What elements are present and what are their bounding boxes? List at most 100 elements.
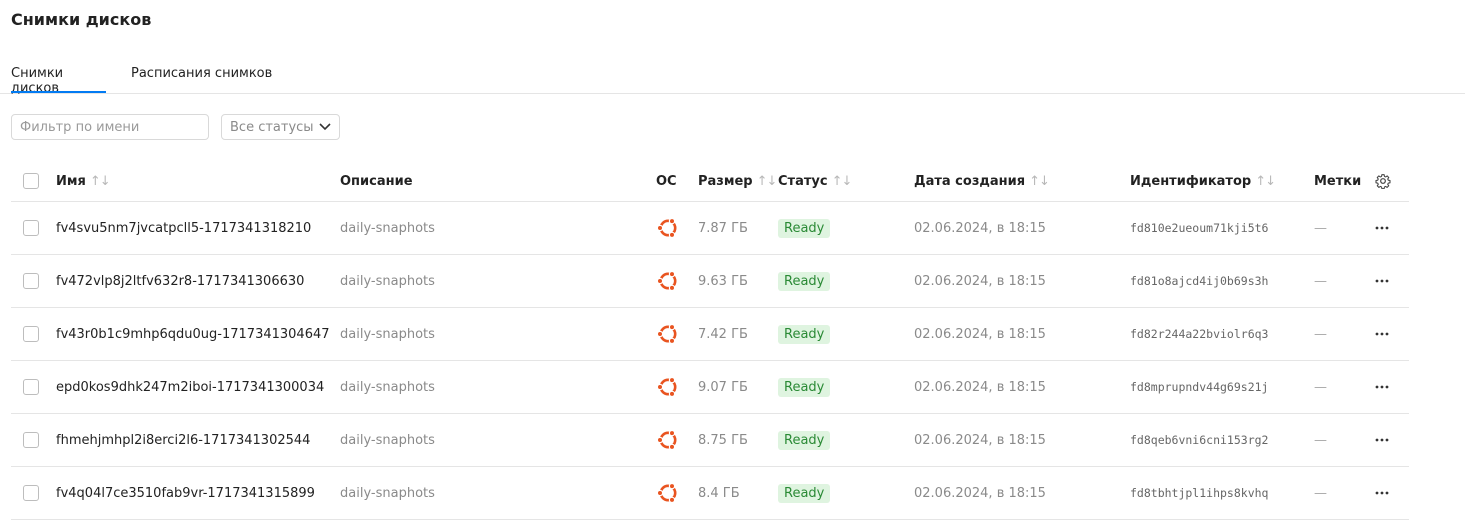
row-checkbox[interactable] xyxy=(23,485,39,501)
labels-value: — xyxy=(1314,326,1327,342)
snapshot-size: 9.07 ГБ xyxy=(698,379,748,395)
row-actions-button[interactable] xyxy=(1374,361,1390,413)
more-horizontal-icon xyxy=(1375,438,1389,442)
row-actions-button[interactable] xyxy=(1374,255,1390,307)
sort-icon: ↑↓ xyxy=(1029,173,1050,189)
row-select-cell xyxy=(23,255,39,307)
created-date: 02.06.2024, в 18:15 xyxy=(914,432,1046,448)
status-badge: Ready xyxy=(778,218,831,238)
header-os: ОС xyxy=(656,173,677,189)
os-cell xyxy=(656,361,680,413)
more-horizontal-icon xyxy=(1375,226,1389,230)
snapshot-id: fd8mprupndv44g69s21j xyxy=(1130,380,1269,394)
table-row[interactable]: fhmehjmhpl2i8erci2l6-1717341302544 daily… xyxy=(11,414,1409,467)
sort-icon: ↑↓ xyxy=(89,173,111,189)
sort-icon: ↑↓ xyxy=(756,173,778,189)
table-row[interactable]: epd0kos9dhk247m2iboi-1717341300034 daily… xyxy=(11,361,1409,414)
created-date: 02.06.2024, в 18:15 xyxy=(914,485,1046,501)
header-id[interactable]: Идентификатор ↑↓ xyxy=(1130,161,1276,201)
header-name[interactable]: Имя ↑↓ xyxy=(56,161,111,201)
ubuntu-icon xyxy=(656,376,677,398)
snapshot-id: fd82r244a22bviolr6q3 xyxy=(1130,327,1269,341)
table-row[interactable]: fv472vlp8j2ltfv632r8-1717341306630 daily… xyxy=(11,255,1409,308)
ubuntu-icon xyxy=(656,323,677,345)
header-id-label: Идентификатор xyxy=(1130,173,1252,189)
chevron-down-icon xyxy=(319,123,331,131)
select-all-cell xyxy=(23,161,39,201)
row-select-cell xyxy=(23,361,39,413)
gear-icon xyxy=(1375,174,1391,189)
os-cell xyxy=(656,414,680,466)
snapshot-name[interactable]: fv4svu5nm7jvcatpcll5-1717341318210 xyxy=(56,221,311,236)
os-cell xyxy=(656,255,680,307)
column-settings-button[interactable] xyxy=(1375,161,1391,201)
status-filter-value: Все статусы xyxy=(230,120,314,135)
snapshot-name[interactable]: fv4q04l7ce3510fab9vr-1717341315899 xyxy=(56,486,315,501)
page-title: Снимки дисков xyxy=(11,10,152,29)
table-row[interactable]: fv4svu5nm7jvcatpcll5-1717341318210 daily… xyxy=(11,202,1409,255)
row-checkbox[interactable] xyxy=(23,379,39,395)
snapshot-description: daily-snaphots xyxy=(340,379,435,395)
status-cell: Ready xyxy=(778,202,831,254)
more-horizontal-icon xyxy=(1375,385,1389,389)
header-size[interactable]: Размер ↑↓ xyxy=(698,161,778,201)
os-cell xyxy=(656,308,680,360)
snapshot-name[interactable]: fv472vlp8j2ltfv632r8-1717341306630 xyxy=(56,274,304,289)
labels-value: — xyxy=(1314,220,1327,236)
os-cell xyxy=(656,467,680,519)
row-select-cell xyxy=(23,202,39,254)
snapshot-size: 8.4 ГБ xyxy=(698,485,740,501)
snapshot-size: 7.42 ГБ xyxy=(698,326,748,342)
snapshot-id: fd8tbhtjpl1ihps8kvhq xyxy=(1130,486,1269,500)
snapshot-name[interactable]: fhmehjmhpl2i8erci2l6-1717341302544 xyxy=(56,433,310,448)
tab-snapshot-schedules[interactable]: Расписания снимков xyxy=(131,66,272,81)
row-checkbox[interactable] xyxy=(23,432,39,448)
os-cell xyxy=(656,202,680,254)
name-filter-input[interactable] xyxy=(11,114,209,140)
row-actions-button[interactable] xyxy=(1374,467,1390,519)
created-date: 02.06.2024, в 18:15 xyxy=(914,379,1046,395)
created-date: 02.06.2024, в 18:15 xyxy=(914,273,1046,289)
row-checkbox[interactable] xyxy=(23,326,39,342)
header-status[interactable]: Статус ↑↓ xyxy=(778,161,852,201)
snapshot-description: daily-snaphots xyxy=(340,220,435,236)
header-created-label: Дата создания xyxy=(914,173,1026,189)
header-size-label: Размер xyxy=(698,173,753,189)
status-cell: Ready xyxy=(778,308,831,360)
snapshot-description: daily-snaphots xyxy=(340,432,435,448)
snapshot-name[interactable]: fv43r0b1c9mhp6qdu0ug-1717341304647 xyxy=(56,327,330,342)
labels-value: — xyxy=(1314,273,1327,289)
created-date: 02.06.2024, в 18:15 xyxy=(914,326,1046,342)
snapshot-name[interactable]: epd0kos9dhk247m2iboi-1717341300034 xyxy=(56,380,324,395)
snapshot-description: daily-snaphots xyxy=(340,273,435,289)
header-created[interactable]: Дата создания ↑↓ xyxy=(914,161,1050,201)
row-checkbox[interactable] xyxy=(23,220,39,236)
table-header: Имя ↑↓ Описание ОС Размер ↑↓ Статус ↑↓ Д… xyxy=(11,161,1409,202)
snapshot-id: fd81o8ajcd4ij0b69s3h xyxy=(1130,274,1269,288)
ubuntu-icon xyxy=(656,217,677,239)
row-actions-button[interactable] xyxy=(1374,414,1390,466)
status-badge: Ready xyxy=(778,430,831,450)
status-badge: Ready xyxy=(778,377,831,397)
table-row[interactable]: fv4q04l7ce3510fab9vr-1717341315899 daily… xyxy=(11,467,1409,520)
labels-value: — xyxy=(1314,379,1327,395)
row-select-cell xyxy=(23,308,39,360)
row-actions-button[interactable] xyxy=(1374,308,1390,360)
select-all-checkbox[interactable] xyxy=(23,173,39,189)
header-name-label: Имя xyxy=(56,173,86,189)
table-row[interactable]: fv43r0b1c9mhp6qdu0ug-1717341304647 daily… xyxy=(11,308,1409,361)
more-horizontal-icon xyxy=(1375,332,1389,336)
ubuntu-icon xyxy=(656,429,677,451)
status-filter-select[interactable]: Все статусы xyxy=(221,114,340,140)
tab-disk-snapshots[interactable]: Снимки дисков xyxy=(11,66,106,96)
row-actions-button[interactable] xyxy=(1374,202,1390,254)
ubuntu-icon xyxy=(656,270,677,292)
header-status-label: Статус xyxy=(778,173,828,189)
status-badge: Ready xyxy=(778,483,831,503)
row-checkbox[interactable] xyxy=(23,273,39,289)
table-body: fv4svu5nm7jvcatpcll5-1717341318210 daily… xyxy=(11,202,1409,520)
snapshot-id: fd8qeb6vni6cni153rg2 xyxy=(1130,433,1269,447)
header-description: Описание xyxy=(340,173,413,189)
status-cell: Ready xyxy=(778,467,831,519)
status-cell: Ready xyxy=(778,414,831,466)
